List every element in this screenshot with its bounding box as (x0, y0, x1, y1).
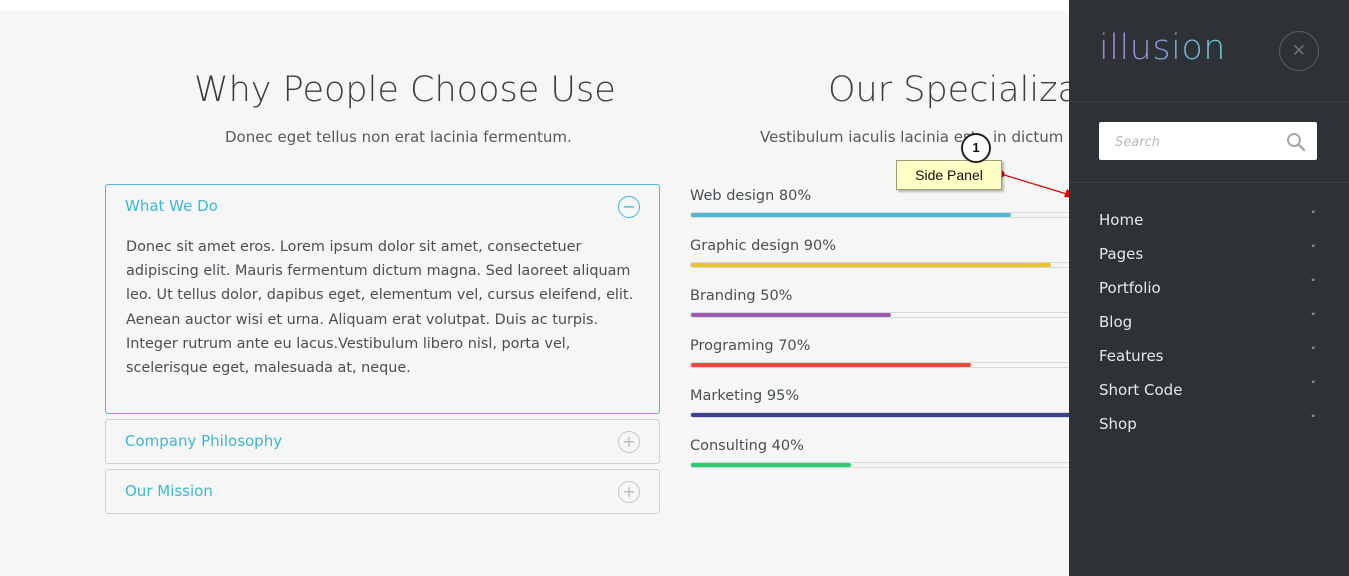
brand-logo[interactable]: illusion (1099, 28, 1226, 68)
chevron-down-icon[interactable]: ˅ (1311, 413, 1317, 426)
divider (1069, 182, 1349, 183)
divider (1069, 101, 1349, 102)
callout-label: Side Panel (896, 160, 1002, 190)
chevron-down-icon[interactable]: ˅ (1311, 243, 1317, 256)
chevron-down-icon[interactable]: ˅ (1311, 311, 1317, 324)
side-nav-label: Blog (1099, 313, 1133, 331)
close-icon[interactable]: ✕ (1279, 31, 1319, 71)
chevron-down-icon[interactable]: ˅ (1311, 379, 1317, 392)
side-nav-label: Short Code (1099, 381, 1183, 399)
side-nav-label: Features (1099, 347, 1164, 365)
side-nav-label: Portfolio (1099, 279, 1161, 297)
side-nav-item-portfolio[interactable]: Portfolio ˅ (1099, 275, 1319, 301)
search-input[interactable] (1113, 122, 1277, 162)
chevron-down-icon[interactable]: ˅ (1311, 277, 1317, 290)
side-nav-item-shop[interactable]: Shop ˅ (1099, 411, 1319, 437)
search-icon[interactable] (1286, 132, 1306, 152)
side-nav-item-pages[interactable]: Pages ˅ (1099, 241, 1319, 267)
chevron-down-icon[interactable]: ˅ (1311, 345, 1317, 358)
side-panel: illusion ✕ Home˅Pages˅Portfolio˅Blog˅Fea… (1069, 0, 1349, 576)
callout-number-badge: 1 (961, 133, 991, 163)
side-nav-label: Home (1099, 211, 1144, 229)
search-box (1099, 122, 1317, 162)
side-nav-item-blog[interactable]: Blog ˅ (1099, 309, 1319, 335)
chevron-down-icon[interactable]: ˅ (1311, 209, 1317, 222)
side-nav-item-short-code[interactable]: Short Code ˅ (1099, 377, 1319, 403)
side-nav-item-features[interactable]: Features ˅ (1099, 343, 1319, 369)
side-nav-item-home[interactable]: Home ˅ (1099, 207, 1319, 233)
side-nav-label: Pages (1099, 245, 1144, 263)
side-nav-label: Shop (1099, 415, 1137, 433)
